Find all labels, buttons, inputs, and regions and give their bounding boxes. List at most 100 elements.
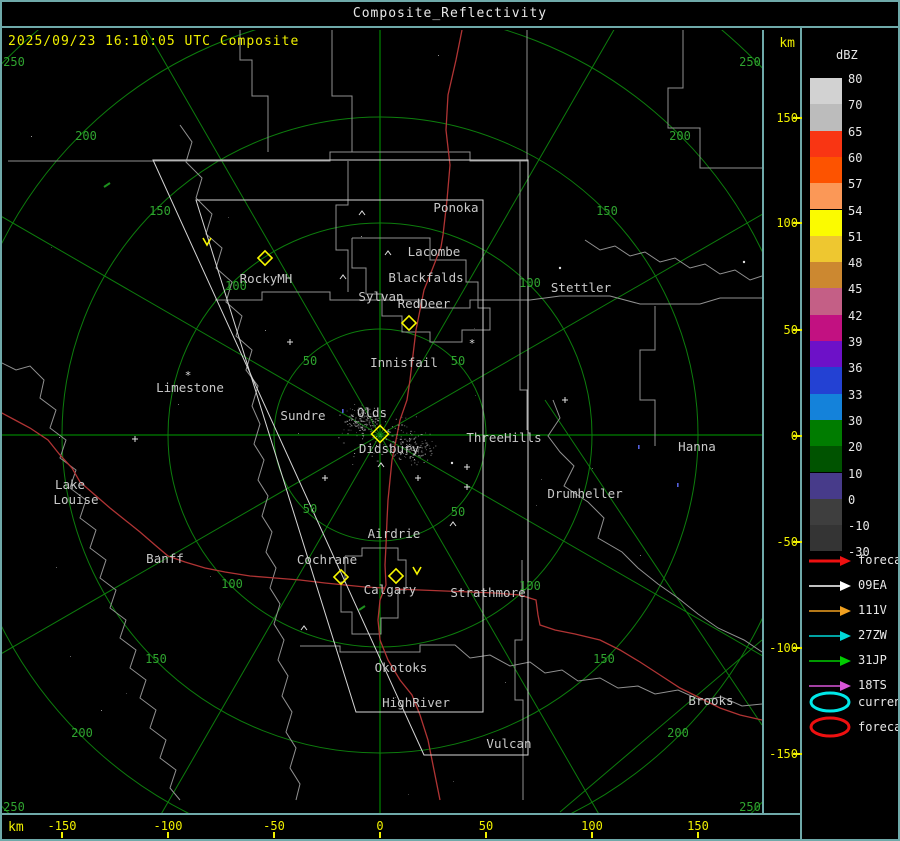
clutter-echo	[417, 435, 419, 437]
clutter-echo	[372, 426, 375, 428]
clutter-echo	[377, 420, 380, 422]
clutter-echo	[427, 459, 429, 461]
clutter-echo	[414, 438, 415, 440]
clutter-echo	[354, 453, 356, 454]
clutter-echo	[397, 424, 400, 426]
city-label: Ponoka	[433, 200, 478, 215]
right-axis-tick	[793, 222, 802, 224]
clutter-echo	[352, 409, 354, 411]
colorscale-box	[810, 472, 842, 499]
clutter-echo	[368, 429, 370, 431]
clutter-echo	[348, 415, 351, 417]
forecast-arrow-icon	[809, 556, 851, 566]
noise-speck	[101, 710, 102, 711]
legend-label: forecast	[858, 720, 900, 734]
clutter-echo	[410, 460, 412, 462]
colorscale-value-label: 60	[848, 150, 863, 165]
legend-label: 09EA	[858, 578, 887, 592]
clutter-echo	[349, 419, 350, 420]
current-ellipse-icon	[809, 691, 851, 713]
colorscale-value-label: 57	[848, 177, 863, 192]
clutter-echo	[355, 425, 357, 427]
clutter-echo	[371, 425, 374, 426]
noise-speck	[592, 468, 593, 469]
clutter-echo	[363, 420, 365, 422]
radar-map-canvas[interactable]: 250 200 150 100 50 50 100 150 200 250 50 100 150 200 2…	[2, 30, 762, 813]
echo-dash-marker	[358, 605, 366, 611]
range-ring-label: 250	[739, 800, 761, 813]
colorscale-value-label: 48	[848, 256, 863, 271]
dot-marker	[558, 266, 562, 270]
city-label: Louise	[53, 492, 98, 507]
colorscale-box	[810, 498, 842, 526]
noise-speck	[56, 567, 57, 568]
bottom-axis-tick	[591, 832, 593, 838]
window-titlebar[interactable]: Composite_Reflectivity	[0, 0, 900, 28]
legend-row: forecast	[808, 715, 900, 738]
clutter-echo	[352, 414, 354, 416]
clutter-echo	[346, 410, 348, 412]
clutter-echo	[410, 430, 413, 432]
clutter-echo	[350, 420, 352, 421]
clutter-echo	[361, 429, 363, 431]
clutter-echo	[351, 425, 353, 427]
clutter-echo	[354, 404, 356, 405]
clutter-echo	[414, 459, 415, 460]
clutter-echo	[376, 436, 377, 438]
county-boundary	[179, 124, 301, 801]
clutter-echo	[349, 426, 351, 428]
colorscale-box	[810, 104, 842, 131]
radar-map-svg: 25020015010050 50100150200250501001502002…	[2, 30, 762, 813]
bottom-axis-tick-label: -50	[263, 819, 285, 833]
clutter-echo	[354, 410, 356, 411]
clutter-echo	[351, 415, 354, 417]
clutter-echo	[376, 460, 379, 462]
clutter-echo	[354, 421, 356, 423]
clutter-echo	[421, 450, 423, 452]
county-boundary	[667, 30, 762, 169]
clutter-echo	[395, 418, 397, 420]
colorscale-value-label: 30	[848, 413, 863, 428]
clutter-echo	[359, 430, 361, 431]
noise-speck	[453, 781, 454, 782]
clutter-echo	[358, 420, 360, 422]
right-axis-tick	[793, 647, 802, 649]
plus-marker	[562, 397, 568, 403]
clutter-echo	[362, 435, 365, 437]
clutter-echo	[409, 438, 411, 440]
colorscale-box	[810, 419, 842, 447]
clutter-echo	[366, 425, 368, 427]
bottom-axis-tick	[485, 832, 487, 838]
clutter-echo	[342, 442, 345, 444]
bottom-axis-tick-label: -100	[153, 819, 183, 833]
clutter-echo	[364, 424, 367, 426]
bottom-axis-tick	[167, 832, 169, 838]
clutter-echo	[379, 435, 381, 437]
clutter-echo	[387, 431, 390, 433]
clutter-echo	[379, 434, 381, 436]
clutter-echo	[369, 425, 371, 426]
plus-marker	[287, 339, 293, 345]
colorscale-value-label: 45	[848, 282, 863, 297]
clutter-echo	[374, 421, 376, 423]
city-label: Lake	[55, 477, 85, 492]
clutter-echo	[353, 456, 355, 458]
clutter-echo	[381, 436, 383, 438]
clutter-echo	[423, 462, 425, 463]
clutter-echo	[363, 430, 365, 432]
clutter-echo	[360, 420, 362, 422]
caret-marker	[449, 521, 457, 527]
county-boundary	[584, 239, 762, 281]
clutter-echo	[368, 421, 371, 423]
clutter-echo	[398, 457, 400, 459]
noise-speck	[475, 395, 476, 396]
legend-label: 111V	[858, 603, 887, 617]
range-ring-label: 200	[71, 726, 93, 740]
clutter-echo	[426, 444, 429, 446]
range-ring-label: 150	[596, 204, 618, 218]
colorscale-value-label: 42	[848, 308, 863, 323]
clutter-echo	[385, 421, 387, 423]
colorscale-box	[810, 341, 842, 368]
right-axis-unit-label: km	[779, 36, 795, 51]
colorscale-box	[810, 156, 842, 184]
